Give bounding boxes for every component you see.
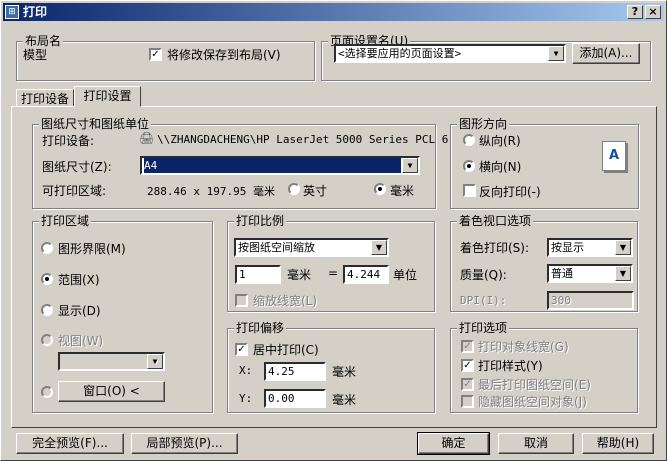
- chevron-down-icon: ▼: [371, 240, 387, 255]
- limits-label: 图形界限(M): [58, 242, 126, 256]
- scale-mm-label: 毫米: [287, 268, 312, 282]
- quality-label: 质量(Q):: [460, 268, 507, 282]
- chevron-down-icon: ▼: [615, 266, 631, 281]
- cancel-button[interactable]: 取消: [498, 433, 574, 454]
- plot-styles-label: 打印样式(Y): [478, 359, 543, 373]
- portrait-label: 纵向(R): [479, 134, 521, 148]
- hide-objects-label: 隐藏图纸空间对象(J): [478, 395, 587, 409]
- chevron-down-icon: ▼: [615, 240, 631, 255]
- extents-label: 范围(X): [58, 273, 100, 287]
- quality-select[interactable]: 普通 ▼: [547, 264, 633, 283]
- page-setup-value: <选择要应用的页面设置>: [338, 47, 462, 60]
- title-bar: 打印: [3, 3, 664, 21]
- scale-units-input[interactable]: 4.244: [343, 265, 389, 284]
- shade-plot-value: 按显示: [551, 241, 584, 254]
- scale-lineweight-checkbox[interactable]: [235, 294, 248, 307]
- full-preview-button[interactable]: 完全预览(F)...: [16, 433, 124, 454]
- reverse-print-checkbox[interactable]: [463, 184, 476, 197]
- portrait-radio[interactable]: [463, 134, 475, 146]
- unit-inch-radio[interactable]: [288, 183, 300, 195]
- device-label: 打印设备:: [42, 134, 95, 148]
- scale-equals: =: [328, 266, 339, 280]
- quality-value: 普通: [551, 267, 573, 280]
- limits-radio[interactable]: [41, 242, 53, 254]
- chevron-down-icon: ▼: [147, 354, 163, 369]
- save-to-layout-checkbox[interactable]: ✓: [149, 48, 162, 61]
- unit-mm-label: 毫米: [390, 184, 415, 198]
- partial-preview-button[interactable]: 局部预览(P)...: [131, 433, 238, 454]
- offset-x-input[interactable]: 4.25: [264, 362, 326, 381]
- tab-print-device[interactable]: 打印设备: [16, 89, 74, 107]
- plot-options-label: 打印选项: [457, 321, 510, 335]
- view-select[interactable]: ▼: [58, 352, 165, 371]
- window-pick-button[interactable]: 窗口(O) <: [58, 381, 165, 402]
- scale-lineweight-label: 缩放线宽(L): [253, 294, 318, 308]
- reverse-print-label: 反向打印(-): [479, 185, 541, 199]
- app-icon: ⊞: [5, 5, 19, 19]
- save-to-layout-label: 将修改保存到布局(V): [167, 48, 281, 62]
- scale-label: 打印比例: [234, 214, 287, 228]
- chevron-down-icon: ▼: [402, 158, 418, 173]
- help-title-button[interactable]: ?: [627, 5, 643, 19]
- center-plot-checkbox[interactable]: ✓: [235, 343, 248, 356]
- landscape-label: 横向(N): [479, 160, 522, 174]
- printable-area-label: 可打印区域:: [42, 184, 107, 198]
- page-setup-select[interactable]: <选择要应用的页面设置> ▼: [334, 44, 566, 63]
- unit-mm-radio[interactable]: [374, 183, 386, 195]
- offset-y-unit: 毫米: [332, 393, 357, 407]
- chevron-down-icon: ▼: [548, 46, 564, 61]
- shade-label: 着色视口选项: [457, 214, 534, 228]
- ok-button[interactable]: 确定: [417, 432, 490, 455]
- view-radio[interactable]: [41, 334, 53, 346]
- paperspace-last-checkbox[interactable]: ✓: [461, 378, 474, 391]
- offset-x-label: X:: [239, 364, 253, 377]
- paperspace-last-label: 最后打印图纸空间(E): [478, 378, 591, 392]
- view-label: 视图(W): [58, 334, 104, 348]
- display-radio[interactable]: [41, 304, 53, 316]
- tab-print-settings[interactable]: 打印设置: [74, 86, 141, 107]
- paper-size-label: 图纸尺寸(Z):: [42, 160, 112, 174]
- paper-size-select[interactable]: A4 ▼: [140, 156, 420, 175]
- scale-mode-value: 按图纸空间缩放: [238, 241, 315, 254]
- printer-icon: 🖨: [139, 131, 155, 145]
- unit-inch-label: 英寸: [303, 184, 328, 198]
- printable-area-value: 288.46 x 197.95 毫米: [147, 185, 275, 198]
- offset-x-unit: 毫米: [332, 365, 357, 379]
- offset-label: 打印偏移: [234, 321, 287, 335]
- orientation-preview-icon: A: [602, 141, 626, 171]
- plot-lineweights-checkbox[interactable]: ✓: [461, 340, 474, 353]
- hide-objects-checkbox[interactable]: [461, 395, 474, 408]
- landscape-radio[interactable]: [463, 160, 475, 172]
- scale-mm-input[interactable]: 1: [235, 265, 281, 284]
- offset-y-input[interactable]: 0.00: [264, 389, 326, 408]
- shade-plot-label: 着色打印(S):: [460, 241, 530, 255]
- dpi-input[interactable]: 300: [547, 291, 634, 310]
- window-radio[interactable]: [41, 386, 53, 398]
- window-title: 打印: [23, 5, 48, 19]
- offset-y-label: Y:: [239, 392, 253, 405]
- center-plot-label: 居中打印(C): [253, 343, 319, 357]
- plot-styles-checkbox[interactable]: ✓: [461, 359, 474, 372]
- extents-radio[interactable]: [41, 273, 53, 285]
- paper-group-label: 图纸尺寸和图纸单位: [39, 117, 152, 131]
- dpi-label: DPI(I):: [460, 294, 507, 307]
- display-label: 显示(D): [58, 304, 101, 318]
- device-name: \\ZHANGDACHENG\HP LaserJet 5000 Series P…: [157, 133, 449, 146]
- print-area-label: 打印区域: [39, 214, 92, 228]
- print-dialog: 打印 ⊞ ? × 布局名 模型 ✓ 将修改保存到布局(V) 页面设置名(U) <…: [0, 0, 667, 461]
- help-button[interactable]: 帮助(H): [582, 433, 654, 454]
- shade-plot-select[interactable]: 按显示 ▼: [547, 238, 633, 257]
- orientation-label: 图形方向: [457, 117, 510, 131]
- paper-size-value: A4: [144, 158, 401, 173]
- plot-lineweights-label: 打印对象线宽(G): [478, 340, 569, 354]
- layout-name: 模型: [23, 48, 48, 62]
- close-button[interactable]: ×: [645, 5, 661, 19]
- scale-units-label: 单位: [393, 268, 418, 282]
- add-page-setup-button[interactable]: 添加(A)...: [572, 43, 640, 64]
- scale-select[interactable]: 按图纸空间缩放 ▼: [234, 238, 389, 257]
